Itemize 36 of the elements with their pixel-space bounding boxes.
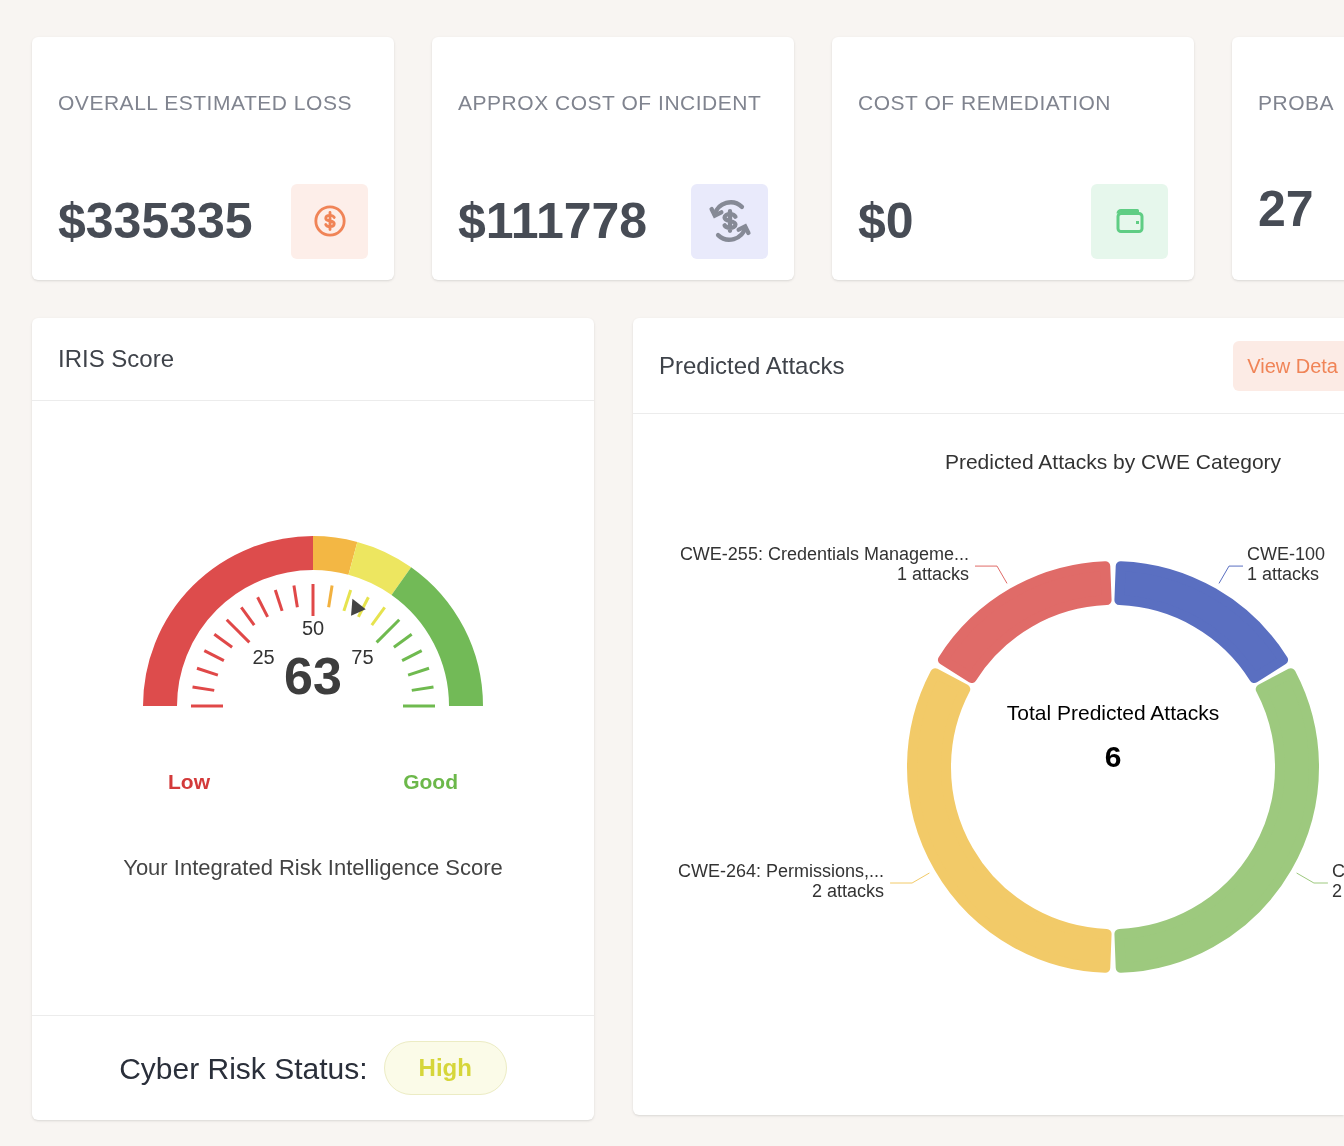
card-value: $335335 — [58, 196, 253, 246]
status-label: Cyber Risk Status: — [119, 1050, 368, 1087]
dollar-coin-icon — [312, 204, 347, 238]
slice-count: 1 attacks — [1247, 564, 1320, 585]
slice-count: 1 attacks — [896, 564, 969, 585]
card-title: OVERALL ESTIMATED LOSS — [58, 90, 353, 116]
leader-line — [889, 872, 930, 884]
slice-label: CWE-100 — [1247, 544, 1326, 565]
scale-label: 25 — [252, 646, 275, 667]
view-details-button[interactable]: View Deta — [1233, 340, 1344, 391]
leader-line — [974, 565, 1008, 584]
card-value: $0 — [858, 196, 914, 246]
slice-count: 2 — [1331, 881, 1342, 901]
status-badge: High — [383, 1041, 507, 1095]
card-value: $111778 — [458, 196, 648, 246]
gauge-caption: Your Integrated Risk Intelligence Score — [123, 853, 503, 882]
card-title: PROBA — [1258, 90, 1336, 116]
slice-count: 2 attacks — [812, 881, 885, 901]
scale-label: 50 — [301, 618, 325, 638]
card-title: COST OF REMEDIATION — [858, 90, 1113, 116]
slice-label: CWE-264: Permissions,... — [678, 861, 885, 881]
leader-line — [1218, 565, 1244, 584]
donut-center-label: Total Predicted Attacks — [1006, 700, 1220, 726]
scale-label: 75 — [351, 646, 374, 667]
card-heading: IRIS Score — [58, 344, 175, 374]
good-label: Good — [403, 769, 458, 795]
slice-label: CWE-255: Credentials Manageme... — [679, 544, 969, 565]
low-label: Low — [168, 769, 210, 795]
leader-line — [1296, 872, 1329, 884]
card-heading: Predicted Attacks — [659, 350, 845, 381]
chart-title: Predicted Attacks by CWE Category — [944, 449, 1282, 475]
card-value: 27 — [1258, 183, 1314, 234]
score-value: 63 — [284, 650, 342, 702]
card-title: APPROX COST OF INCIDENT — [458, 90, 763, 116]
slice-label: C — [1331, 861, 1344, 881]
donut-center-value: 6 — [1104, 739, 1122, 775]
